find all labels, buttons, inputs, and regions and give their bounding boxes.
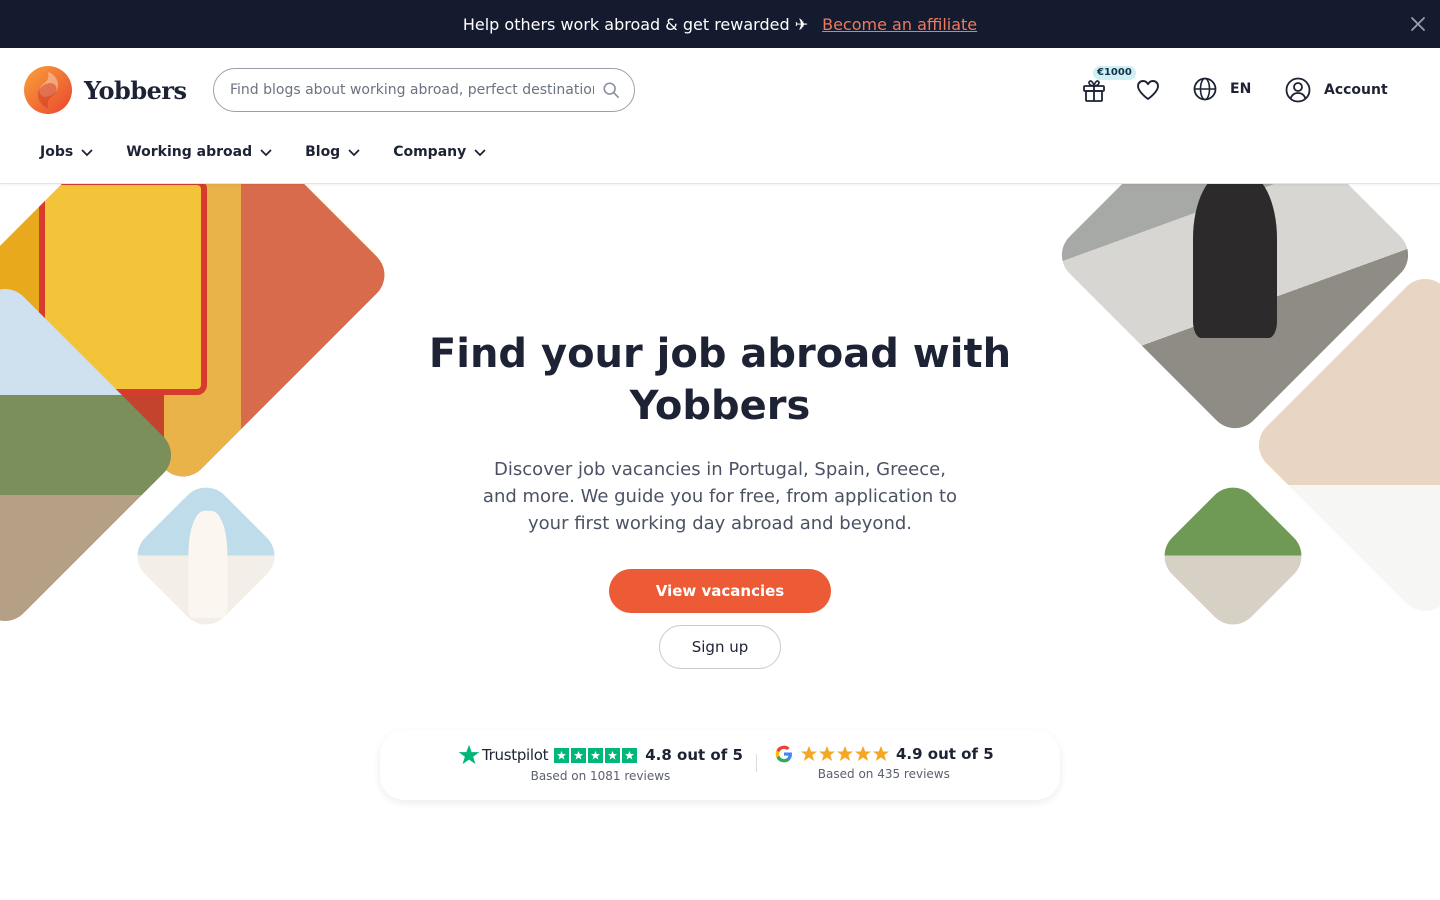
star-icon (622, 747, 638, 763)
affiliate-banner: Help others work abroad & get rewarded ✈… (0, 0, 1440, 48)
chevron-down-icon (348, 149, 360, 157)
search-icon[interactable] (602, 81, 620, 99)
main-nav: Jobs Working abroad Blog Company (40, 144, 519, 160)
chevron-down-icon (81, 149, 93, 157)
nav-item-working-abroad[interactable]: Working abroad (126, 144, 273, 160)
trustpilot-score: 4.8 out of 5 (645, 746, 743, 764)
nav-item-blog[interactable]: Blog (305, 144, 361, 160)
nav-item-label: Jobs (40, 144, 74, 160)
hero-photo-friends-walking (1153, 476, 1313, 636)
trustpilot-brand: Trustpilot (482, 746, 549, 764)
google-review-count: Based on 435 reviews (817, 767, 950, 781)
star-icon (571, 747, 587, 763)
globe-icon (1193, 77, 1217, 101)
account-label: Account (1324, 82, 1388, 98)
site-header: Yobbers €1000 EN Account (0, 48, 1440, 184)
star-icon (605, 747, 621, 763)
account-button[interactable]: Account (1284, 76, 1388, 104)
logo[interactable]: Yobbers (24, 66, 187, 114)
chevron-down-icon (474, 149, 486, 157)
reviews-divider (756, 754, 757, 772)
banner-text: Help others work abroad & get rewarded ✈ (462, 14, 809, 34)
star-icon (588, 747, 604, 763)
trustpilot-star-icon (458, 744, 480, 765)
language-label: EN (1230, 81, 1252, 97)
logo-text: Yobbers (84, 75, 187, 105)
gift-icon[interactable] (1080, 76, 1108, 104)
nav-item-jobs[interactable]: Jobs (40, 144, 94, 160)
nav-item-label: Blog (305, 144, 341, 160)
google-score: 4.9 out of 5 (896, 745, 994, 763)
heart-icon[interactable] (1135, 77, 1161, 103)
become-affiliate-link[interactable]: Become an affiliate (822, 15, 977, 34)
hero-photo-woman-archway (126, 476, 286, 636)
sign-up-button[interactable]: Sign up (659, 625, 781, 669)
chevron-down-icon (260, 149, 272, 157)
search-input[interactable] (230, 82, 594, 98)
star-icon (554, 747, 570, 763)
language-selector[interactable]: EN (1192, 76, 1251, 102)
user-icon (1285, 77, 1311, 103)
view-vacancies-button[interactable]: View vacancies (609, 569, 831, 613)
close-icon[interactable] (1406, 12, 1430, 36)
nav-item-company[interactable]: Company (393, 144, 487, 160)
nav-item-label: Company (393, 144, 467, 160)
hero-title: Find your job abroad with Yobbers (428, 331, 1012, 429)
reviews-card: Trustpilot 4.8 out of 5 Based on 1081 re… (380, 730, 1060, 800)
search-box[interactable] (213, 68, 635, 112)
trustpilot-rating[interactable]: Trustpilot 4.8 out of 5 Based on 1081 re… (458, 744, 743, 783)
hero-subtitle: Discover job vacancies in Portugal, Spai… (482, 459, 958, 534)
trustpilot-review-count: Based on 1081 reviews (530, 769, 671, 783)
nav-item-label: Working abroad (126, 144, 253, 160)
reward-badge: €1000 (1093, 66, 1136, 80)
google-icon (775, 745, 792, 763)
logo-icon (24, 66, 72, 114)
google-stars-icon (801, 746, 889, 761)
google-rating[interactable]: 4.9 out of 5 Based on 435 reviews (774, 744, 994, 781)
